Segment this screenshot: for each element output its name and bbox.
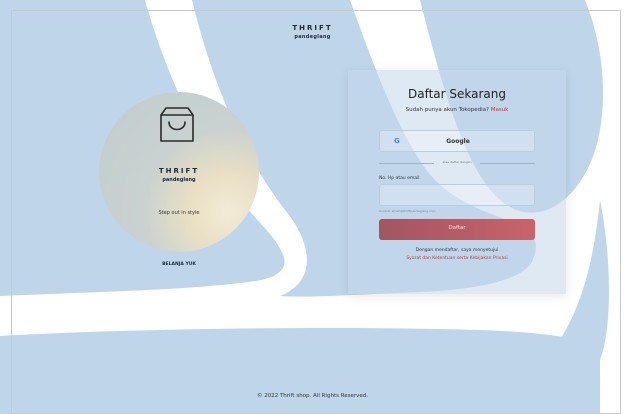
google-button-label: Google (446, 138, 470, 145)
contact-field-label: No. Hp atau email (379, 176, 420, 181)
brand-name: THRIFT (292, 24, 333, 32)
divider-right (480, 163, 535, 164)
register-card: Daftar Sekarang Sudah punya akun Tokoped… (348, 70, 566, 294)
shop-now-link[interactable]: BELANJA YUK (99, 262, 259, 267)
register-title: Daftar Sekarang (407, 87, 506, 101)
brand-subtitle: pandeglang (294, 34, 331, 40)
promo-brand-subtitle: pandeglang (162, 177, 196, 183)
google-signup-button[interactable]: G Google (379, 130, 535, 152)
login-link[interactable]: Masuk (491, 107, 509, 113)
login-prompt: Sudah punya akun Tokopedia? Masuk (348, 107, 566, 113)
terms-link[interactable]: Syarat dan Ketentuan serta Kebijakan Pri… (348, 256, 566, 261)
login-prompt-text: Sudah punya akun Tokopedia? (405, 107, 489, 113)
promo-tagline: Step out in style (158, 210, 200, 216)
footer-copyright: © 2022 Thrift shop. All Rights Reserved. (256, 393, 369, 399)
background-shape-right-low (560, 200, 609, 360)
contact-input[interactable] (379, 184, 535, 206)
terms-text: Dengan mendaftar, saya menyetujui (415, 248, 499, 253)
background-shape-bottom (0, 328, 600, 414)
register-button-label: Daftar (448, 225, 466, 231)
contact-field-hint: Contoh: email@thriftpandeglang.com (379, 209, 436, 213)
shopping-bag-icon (160, 107, 194, 142)
promo-brand-name: THRIFT (158, 167, 200, 175)
register-button[interactable]: Daftar (379, 219, 535, 240)
